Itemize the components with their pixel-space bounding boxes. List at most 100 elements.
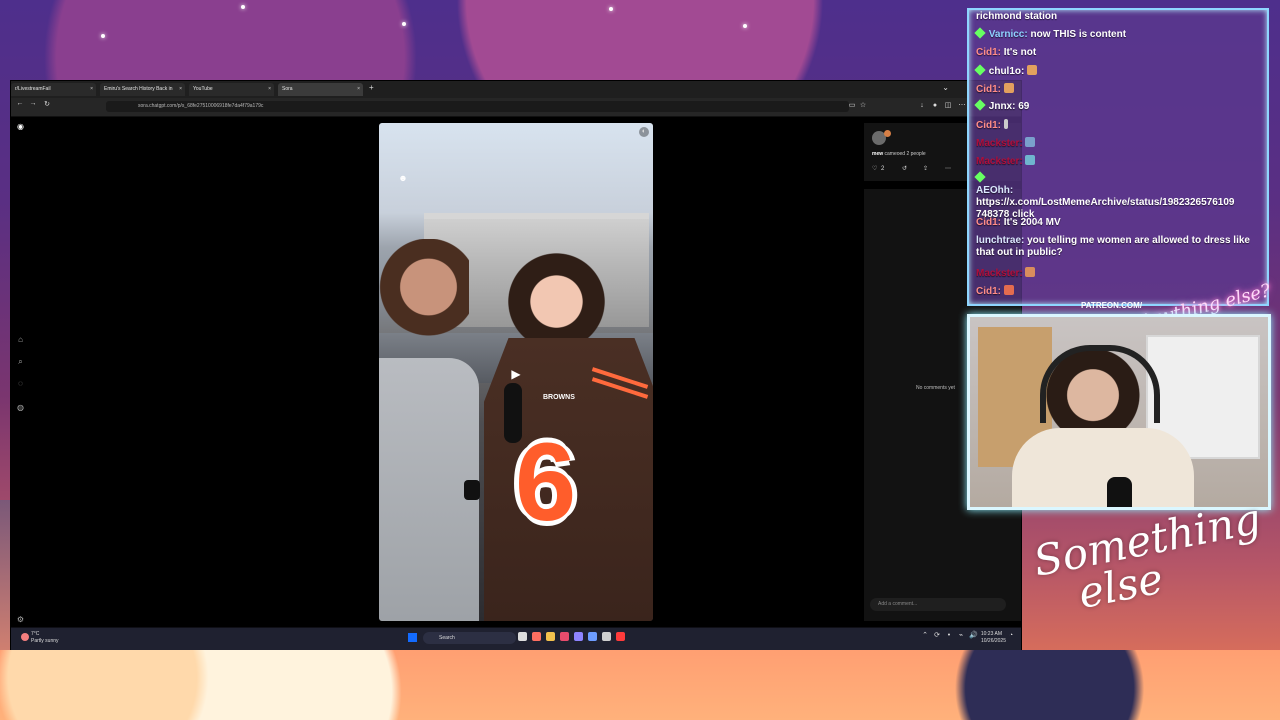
close-icon[interactable]: × <box>90 83 93 96</box>
brand-icon[interactable]: ◉ <box>16 122 25 131</box>
chat-line: Mackster: <box>976 267 1256 280</box>
new-tab-button[interactable]: + <box>369 83 374 92</box>
chat-user: Mackster: <box>976 268 1023 279</box>
ghost-icon: ☻ <box>398 173 408 183</box>
chat-line: Varnicc: now THIS is content <box>974 27 1256 41</box>
browser-tab-active[interactable]: Sora × <box>278 83 363 96</box>
files-app-icon[interactable] <box>546 632 555 641</box>
play-icon[interactable]: ▶ <box>509 367 523 381</box>
tab-menu-button[interactable]: ⌄ <box>942 83 949 92</box>
taskbar-search[interactable]: Search <box>423 632 516 644</box>
subscriber-badge-icon <box>974 27 986 39</box>
browser-window: r/LivestreamFail × Emiru's Search Histor… <box>10 80 1022 650</box>
close-icon[interactable]: × <box>268 83 271 96</box>
chat-user: Cid1: <box>976 217 1001 228</box>
home-icon[interactable]: ⌂ <box>16 335 25 344</box>
chat-line: richmond station <box>976 11 1256 23</box>
chat-user: Varnicc: <box>988 29 1028 40</box>
close-icon[interactable]: × <box>357 83 360 96</box>
avatar[interactable] <box>884 130 891 137</box>
headset-icon <box>1040 345 1160 423</box>
extensions-icon[interactable]: ◫ <box>944 102 952 110</box>
account-icon[interactable]: ● <box>931 102 939 110</box>
chat-line: chul1o: <box>974 64 1256 78</box>
jersey-brand: BROWNS <box>543 394 575 401</box>
profile-icon[interactable]: ◍ <box>16 403 25 412</box>
bottom-background-decoration <box>0 650 1280 720</box>
chat-user: AEOhh: <box>976 185 1014 196</box>
browser-app-icon[interactable] <box>532 632 541 641</box>
post-author[interactable]: mew <box>872 151 883 157</box>
volume-icon[interactable]: 🔊 <box>969 632 978 640</box>
emote-icon <box>1027 65 1038 75</box>
clock-date: 10/26/2025 <box>980 638 1006 644</box>
weather-description: Partly sunny <box>31 638 59 644</box>
browser-tabbar: r/LivestreamFail × Emiru's Search Histor… <box>11 81 1021 99</box>
browser-tab[interactable]: YouTube × <box>189 83 274 96</box>
emote-icon <box>1025 155 1036 165</box>
settings-icon[interactable]: ⚙ <box>16 615 25 624</box>
emote-icon <box>1025 137 1036 147</box>
chat-user: Mackster: <box>976 156 1023 167</box>
chat-user: Mackster: <box>976 138 1023 149</box>
download-icon[interactable]: ↓ <box>918 102 926 110</box>
comment-input[interactable]: Add a comment... <box>870 598 1006 611</box>
browser-tab[interactable]: Emiru's Search History Back in × <box>100 83 185 96</box>
chevron-up-icon[interactable]: ⌃ <box>921 632 929 640</box>
share-icon[interactable]: ⇪ <box>923 164 928 174</box>
tab-label: r/LivestreamFail <box>15 86 51 92</box>
mic-icon[interactable]: • <box>945 632 953 640</box>
media-app-icon[interactable] <box>560 632 569 641</box>
forward-button[interactable]: → <box>28 100 38 112</box>
back-button[interactable]: ← <box>15 100 25 112</box>
chat-line: AEOhh: https://x.com/LostMemeArchive/sta… <box>976 185 1256 221</box>
star <box>101 34 105 38</box>
chat-user: chul1o: <box>988 66 1025 77</box>
video-app-icon[interactable] <box>588 632 597 641</box>
chat-user: Cid1: <box>976 286 1001 297</box>
star <box>743 24 747 28</box>
chat-line: Mackster: <box>976 137 1256 150</box>
subscriber-badge-icon <box>974 171 986 183</box>
chat-line: Cid1: It's not <box>976 47 1256 59</box>
chat-message: richmond station <box>976 11 1058 22</box>
reader-icon[interactable]: ▭ <box>848 102 856 110</box>
emote-icon <box>1003 83 1014 93</box>
emote-icon <box>1003 285 1014 295</box>
weather-icon[interactable] <box>21 633 29 641</box>
network-icon[interactable]: ⌁ <box>957 632 965 640</box>
notification-icon[interactable]: ◌ <box>16 379 25 388</box>
chat-user: Cid1: <box>976 84 1001 95</box>
chat-overlay: richmond station Varnicc: now THIS is co… <box>967 8 1269 306</box>
stream-app-icon[interactable] <box>602 632 611 641</box>
browser-tab[interactable]: r/LivestreamFail × <box>11 83 96 96</box>
like-icon[interactable]: ♡ <box>872 164 877 174</box>
search-icon[interactable]: ⌕ <box>16 357 25 366</box>
patreon-label: PATREON.COM/ <box>1081 301 1143 310</box>
more-icon[interactable]: ⋯ <box>945 164 951 174</box>
tab-label: Emiru's Search History Back in <box>104 86 173 92</box>
mute-icon[interactable]: ◐ <box>639 127 649 137</box>
address-bar[interactable]: sora.chatgpt.com/p/s_68fe27510006918fe7d… <box>106 101 849 112</box>
subscriber-badge-icon <box>974 64 986 76</box>
weather-temperature: 7°C <box>31 631 40 637</box>
chat-line: Cid1: <box>976 119 1256 132</box>
task-view-icon[interactable] <box>518 632 527 641</box>
notification-icon[interactable]: ◔ <box>1007 632 1015 640</box>
bookmark-icon[interactable]: ☆ <box>859 102 867 110</box>
chat-app-icon[interactable] <box>574 632 583 641</box>
left-navigation: ◉ ⌂ ⌕ ◌ ◍ ⚙ <box>11 117 31 627</box>
microphone <box>1107 477 1132 507</box>
remix-icon[interactable]: ↺ <box>902 164 907 174</box>
menu-icon[interactable]: ⋯ <box>958 102 966 110</box>
sora-page: ◉ ⌂ ⌕ ◌ ◍ ⚙ BROWNS 6 ☻ ▶ ◐ mew cameoed 2… <box>11 117 1021 627</box>
windows-start-icon[interactable] <box>408 633 417 642</box>
sync-icon[interactable]: ⟳ <box>933 632 941 640</box>
empty-comments-text: No comments yet <box>916 385 955 391</box>
video-player[interactable]: BROWNS 6 ☻ ▶ ◐ <box>379 123 653 621</box>
record-app-icon[interactable] <box>616 632 625 641</box>
chat-line: lunchtrae: you telling me women are allo… <box>976 235 1256 259</box>
post-meta-text: cameoed 2 people <box>884 151 926 157</box>
close-icon[interactable]: × <box>179 83 182 96</box>
reload-button[interactable]: ↻ <box>42 100 52 112</box>
